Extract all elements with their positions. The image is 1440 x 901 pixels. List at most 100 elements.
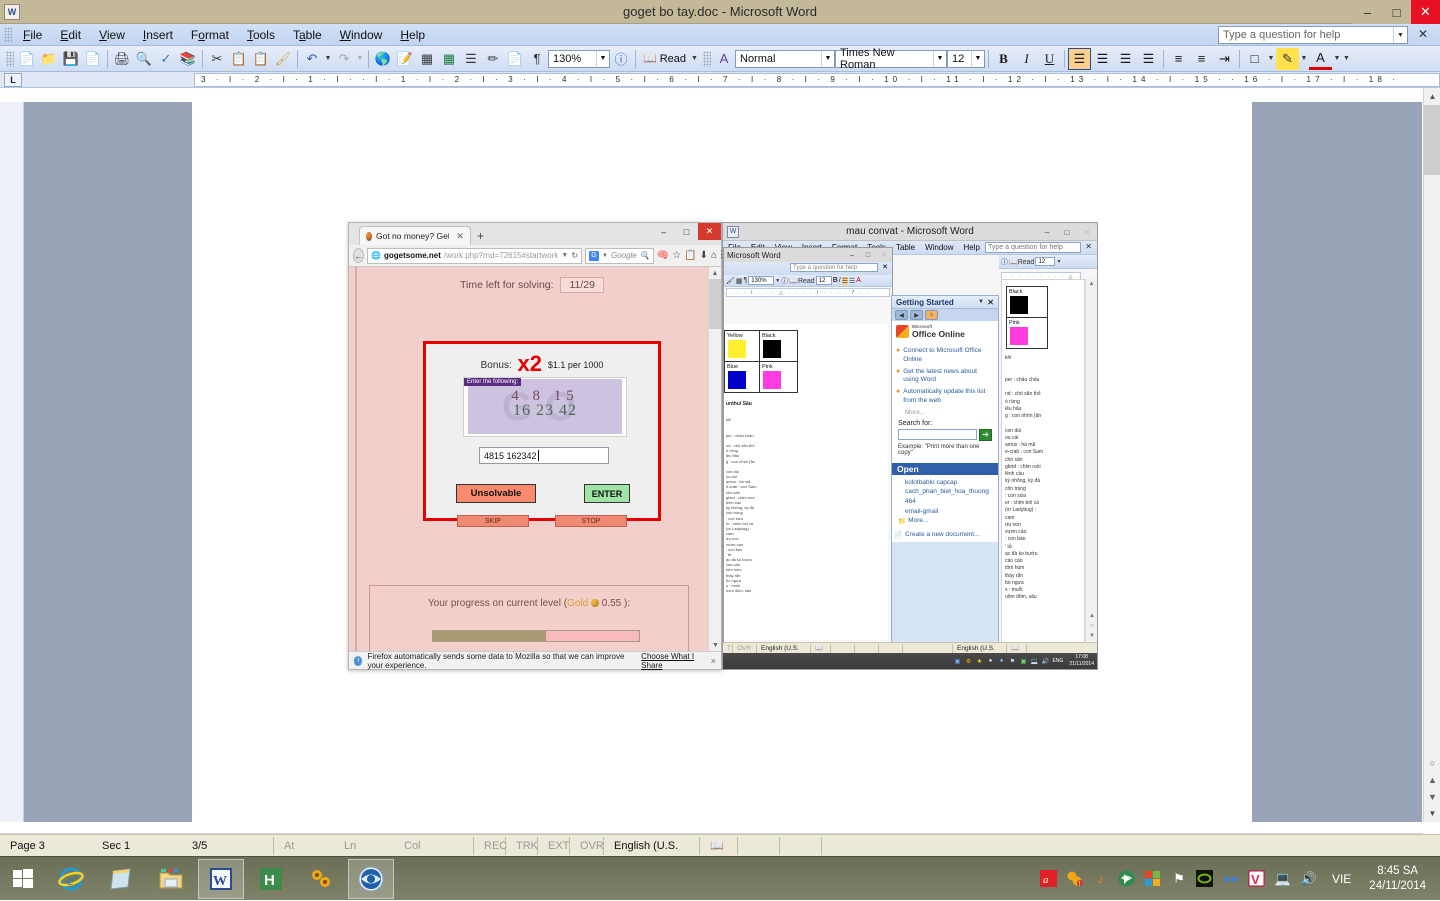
addon-icon[interactable]: 🧠 (657, 248, 669, 263)
gs-link-item[interactable]: ● Get the latest news about using Word (896, 368, 994, 386)
chevron-down-icon[interactable]: ▼ (596, 51, 609, 67)
captcha-input[interactable]: 4815 162342 (479, 447, 609, 464)
menu-insert[interactable]: Insert (134, 26, 182, 44)
nested-tray-icon-volume[interactable]: 🔊 (1042, 657, 1050, 665)
highlight-dropdown-icon[interactable]: ▼ (1299, 48, 1309, 70)
page-scroll-up-icon[interactable]: ▲ (709, 267, 721, 279)
menu-gripper[interactable] (4, 27, 12, 43)
gs-link-item[interactable]: ● Automatically update this list from th… (896, 388, 994, 406)
font-select[interactable]: Times New Roman ▼ (835, 50, 947, 68)
ff-minimize-button[interactable]: – (652, 223, 675, 240)
nested-tray-icon-flag[interactable]: ⚑ (1009, 657, 1017, 665)
toolbar-gripper[interactable] (6, 51, 14, 67)
nested-maximize-button[interactable]: □ (1057, 223, 1077, 241)
numbered-list-button[interactable]: ≡ (1167, 48, 1190, 70)
search-icon[interactable]: 🔍 (640, 251, 650, 260)
level3-help-close-icon[interactable]: ✕ (882, 263, 888, 271)
nested-spelling-icon[interactable]: 📖 (811, 644, 831, 653)
level3-align-left-button[interactable]: ☰ (842, 277, 848, 285)
status-trk[interactable]: TRK (506, 837, 538, 855)
nested-tray-icon-disc[interactable]: ● (987, 657, 995, 665)
redo-dropdown-icon[interactable]: ▼ (355, 48, 365, 70)
drawing-icon[interactable]: ✏ (482, 48, 504, 70)
stop-button[interactable]: STOP (555, 515, 627, 527)
menu-edit[interactable]: Edit (51, 26, 90, 44)
document-map-icon[interactable]: 📄 (504, 48, 526, 70)
status-ext[interactable]: EXT (538, 837, 570, 855)
windows-taskbar[interactable]: e W H (0, 856, 1440, 900)
nested-browse-object-icon[interactable]: ○ (1086, 621, 1098, 631)
chevron-down-icon[interactable]: ▼ (602, 253, 608, 259)
nested-close-button[interactable]: ✕ (1077, 223, 1097, 241)
pane-forward-icon[interactable]: ▶ (910, 310, 923, 320)
borders-dropdown-icon[interactable]: ▼ (1266, 48, 1276, 70)
pane-home-icon[interactable]: ⌂ (925, 310, 938, 320)
nested-help-box[interactable]: Type a question for help (985, 242, 1081, 253)
reader-mode-icon[interactable]: ▼ (561, 252, 568, 259)
help-question-box[interactable]: Type a question for help ▼ (1218, 26, 1408, 44)
italic-button[interactable]: I (1015, 48, 1038, 70)
previous-page-icon[interactable]: ▲ (1424, 771, 1440, 788)
select-browse-object-icon[interactable]: ○ (1424, 754, 1440, 771)
chevron-down-icon[interactable]: ▼ (821, 51, 834, 67)
page-vertical-scrollbar[interactable]: ▲ ▼ (708, 267, 721, 651)
nested-status-language-right[interactable]: English (U.S. (953, 644, 1007, 653)
nested-tray-icon-word[interactable]: ▣ (954, 657, 962, 665)
status-ovr[interactable]: OVR (570, 837, 604, 855)
gogetsome-page[interactable]: Time left for solving: 11/29 Bonus: x2 $… (355, 267, 707, 651)
menu-format[interactable]: Format (182, 26, 238, 44)
level3-italic-button[interactable]: I (839, 277, 841, 284)
recent-file-item[interactable]: kolotbablo capcap (896, 478, 994, 488)
nested-size-box[interactable]: 12 (1035, 257, 1055, 266)
nested-menu-window[interactable]: Window (920, 243, 958, 252)
chevron-down-icon[interactable]: ▼ (1393, 27, 1407, 43)
nvidia-icon[interactable] (1194, 868, 1216, 890)
vertical-scrollbar[interactable]: ▲ ○ ▲ ▼ ▼ (1423, 88, 1440, 822)
level3-size-box[interactable]: 12 (816, 276, 832, 285)
print-icon[interactable]: 🖨 (111, 48, 133, 70)
chevron-down-icon[interactable]: ▼ (978, 299, 984, 305)
address-bar[interactable]: 🌐 gogetsome.net /work.php?rnd=72615#star… (367, 248, 582, 264)
getting-started-pane[interactable]: Getting Started ▼ ✕ ◀ ▶ ⌂ Microsoft Offi… (891, 295, 999, 647)
insert-excel-icon[interactable]: ▦ (438, 48, 460, 70)
save-icon[interactable]: 💾 (60, 48, 82, 70)
enter-button[interactable]: ENTER (584, 484, 630, 503)
bookmark-star-icon[interactable]: ☆ (672, 248, 681, 263)
nested-menu-help[interactable]: Help (959, 243, 985, 252)
level3-help-icon[interactable]: ⓘ (781, 276, 788, 286)
notification-close-icon[interactable]: × (711, 656, 716, 666)
nested-next-page-icon[interactable]: ▼ (1086, 631, 1098, 641)
level3-map-icon[interactable]: ▦ (736, 277, 743, 285)
menu-tools[interactable]: Tools (238, 26, 284, 44)
pane-close-icon[interactable]: ✕ (987, 298, 994, 307)
nested-menu-table[interactable]: Table (891, 243, 920, 252)
style-select[interactable]: Normal ▼ (735, 50, 835, 68)
search-input[interactable] (898, 429, 977, 440)
home-icon[interactable]: ⌂ (711, 248, 717, 263)
page-scroll-down-icon[interactable]: ▼ (709, 639, 721, 651)
browser-tab[interactable]: Got no money? Get Some! ... ✕ (359, 226, 471, 245)
vlc-v-icon[interactable]: V (1246, 868, 1268, 890)
create-new-document-item[interactable]: 📄 Create a new document... (892, 528, 998, 542)
skip-button[interactable]: SKIP (457, 515, 529, 527)
menu-help[interactable]: Help (391, 26, 434, 44)
nested-doc-scrollbar[interactable]: ▲ ▲ ○ ▼ (1085, 279, 1097, 641)
menu-view[interactable]: View (90, 26, 134, 44)
reload-icon[interactable]: ↻ (571, 251, 578, 260)
taskbar-notepad[interactable] (98, 859, 144, 899)
nested-word-level3[interactable]: Microsoft Word – □ ✕ Type a question for… (723, 247, 893, 667)
nested-scroll-up-icon[interactable]: ▲ (1086, 279, 1097, 289)
level3-pilcrow-icon[interactable]: ¶ (744, 277, 748, 284)
borders-button[interactable]: □ (1243, 48, 1266, 70)
bold-button[interactable]: B (992, 48, 1015, 70)
scroll-down-icon[interactable]: ▼ (1424, 805, 1440, 822)
permission-icon[interactable]: 📄 (82, 48, 104, 70)
new-document-icon[interactable]: 📄 (16, 48, 38, 70)
redo-icon[interactable]: ↷ (333, 48, 355, 70)
captcha-panel[interactable]: Bonus: x2 $1.1 per 1000 Enter the follow… (423, 341, 661, 521)
level3-maximize-button[interactable]: □ (860, 248, 876, 262)
gs-link-item[interactable]: ● Connect to Microsoft Office Online (896, 347, 994, 365)
menu-file[interactable]: File (14, 26, 51, 44)
choose-what-i-share-link[interactable]: Choose What I Share (641, 652, 706, 670)
read-button[interactable]: 📖 Read (639, 52, 690, 65)
